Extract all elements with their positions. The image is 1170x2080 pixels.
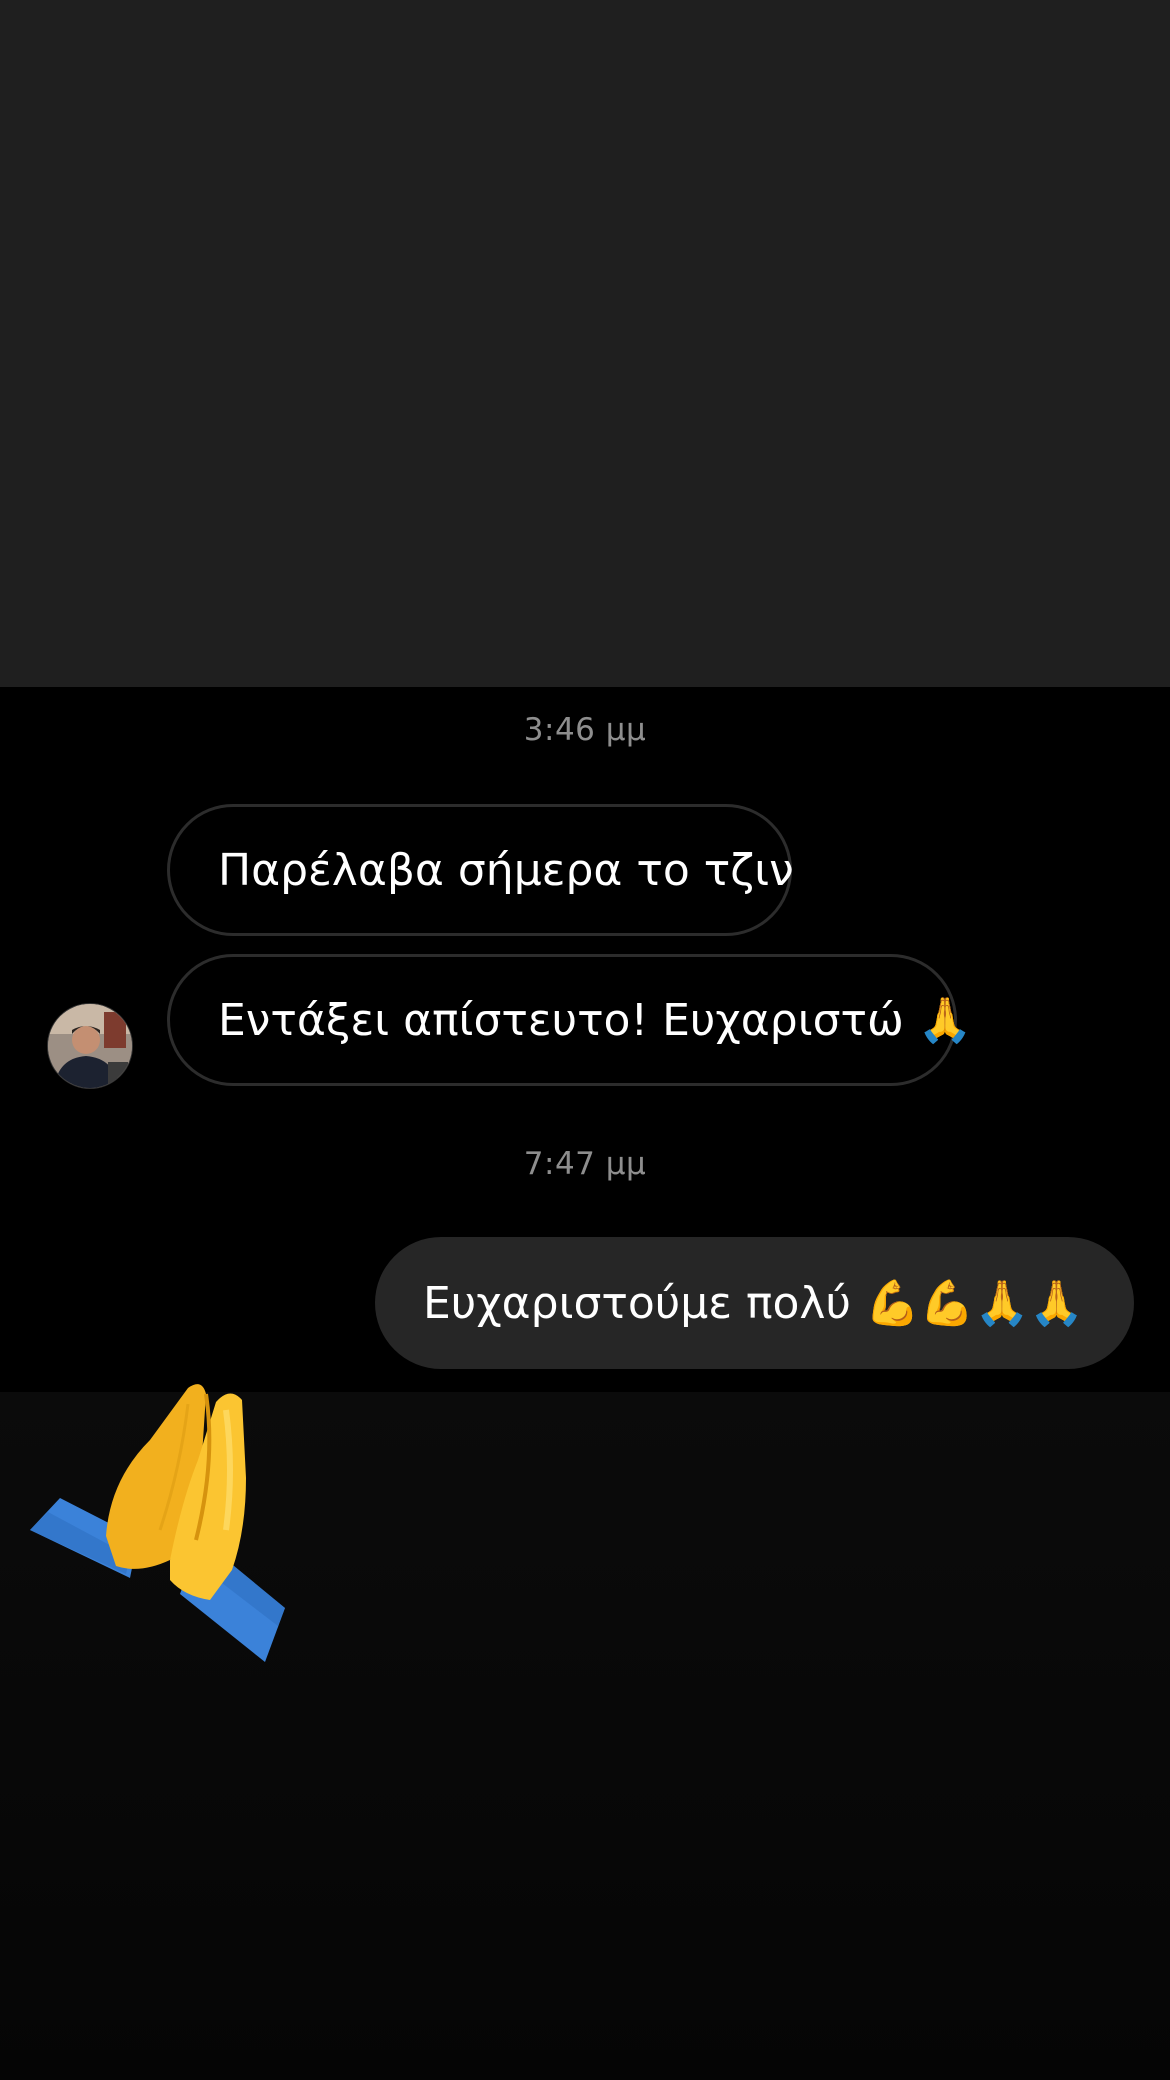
message-text: Εντάξει απίστευτο! Ευχαριστώ [218, 994, 904, 1046]
received-message-bubble[interactable]: Παρέλαβα σήμερα το τζιν [167, 804, 794, 936]
timestamp: 7:47 μμ [523, 1146, 647, 1182]
message-text: Ευχαριστούμε πολύ [423, 1277, 851, 1329]
timestamp: 3:46 μμ [523, 712, 647, 748]
received-message-bubble[interactable]: Εντάξει απίστευτο! Ευχαριστώ 🙏 [167, 954, 973, 1086]
media-preview-area [0, 0, 1170, 687]
folded-hands-icon: 🙏 [917, 995, 973, 1046]
profile-photo [48, 1004, 132, 1088]
flexed-biceps-and-folded-hands-icons: 💪💪🙏🙏 [864, 1278, 1085, 1329]
sent-message-bubble[interactable]: Ευχαριστούμε πολύ 💪💪🙏🙏 [375, 1237, 1134, 1369]
folded-hands-icon [30, 1384, 285, 1662]
message-text: Παρέλαβα σήμερα το τζιν [218, 844, 794, 896]
contact-avatar[interactable] [47, 1003, 133, 1089]
